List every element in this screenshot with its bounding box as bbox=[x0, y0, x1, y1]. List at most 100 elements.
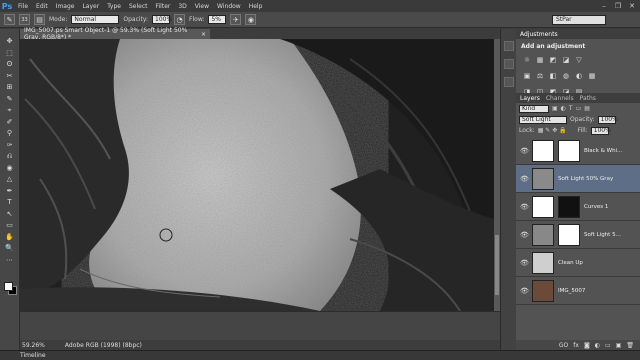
document-canvas[interactable] bbox=[20, 39, 494, 311]
filter-pixel-icon[interactable]: ▣ bbox=[552, 105, 558, 112]
hand-tool-icon[interactable]: ✋ bbox=[4, 233, 16, 241]
black-white-icon[interactable]: ◧ bbox=[548, 71, 558, 81]
menu-filter[interactable]: Filter bbox=[152, 3, 175, 10]
vibrance-icon[interactable]: ▽ bbox=[574, 55, 584, 65]
visibility-eye-icon[interactable]: 👁 bbox=[520, 231, 529, 239]
filter-smart-icon[interactable]: ▤ bbox=[584, 105, 590, 112]
info-panel-icon[interactable] bbox=[503, 77, 514, 87]
timeline-tab[interactable]: Timeline bbox=[20, 352, 46, 360]
curves-icon[interactable]: ◩ bbox=[548, 55, 558, 65]
layer-opacity-input[interactable]: 100% bbox=[597, 115, 618, 124]
layer-row[interactable]: 👁 Clean Up bbox=[516, 249, 640, 277]
fill-input[interactable]: 100% bbox=[590, 126, 611, 135]
flow-input[interactable]: 5% bbox=[208, 15, 227, 24]
visibility-eye-icon[interactable]: 👁 bbox=[520, 259, 529, 267]
filter-shape-icon[interactable]: ▭ bbox=[576, 105, 582, 112]
mode-select[interactable]: Normal bbox=[71, 15, 120, 24]
path-select-tool-icon[interactable]: ↖ bbox=[4, 210, 16, 218]
layer-row[interactable]: 👁 Curves 1 bbox=[516, 193, 640, 221]
menu-select[interactable]: Select bbox=[125, 3, 152, 10]
visibility-eye-icon[interactable]: 👁 bbox=[520, 147, 529, 155]
extra-tools-icon[interactable]: ⋯ bbox=[4, 256, 16, 264]
pen-tool-icon[interactable]: ✒ bbox=[4, 187, 16, 195]
layer-row[interactable]: 👁 Black & Whi... bbox=[516, 137, 640, 165]
hue-saturation-icon[interactable]: ▣ bbox=[522, 71, 532, 81]
lock-icons[interactable]: ▦ ✎ ✥ 🔒 bbox=[538, 127, 567, 134]
zoom-tool-icon[interactable]: 🔍 bbox=[4, 244, 16, 252]
color-lookup-icon[interactable]: ▦ bbox=[587, 71, 597, 81]
new-layer-icon[interactable]: ▣ bbox=[616, 342, 622, 349]
link-layers-icon[interactable]: GO bbox=[559, 342, 568, 349]
brush-tool-icon[interactable]: ✐ bbox=[4, 118, 16, 126]
size-pressure-icon[interactable]: ◉ bbox=[245, 14, 257, 25]
layer-mask-thumbnail[interactable] bbox=[558, 195, 580, 218]
eyedropper-tool-icon[interactable]: ✎ bbox=[4, 95, 16, 103]
exposure-icon[interactable]: ◪ bbox=[561, 55, 571, 65]
clone-stamp-tool-icon[interactable]: ⚲ bbox=[4, 129, 16, 137]
foreground-color-swatch[interactable] bbox=[4, 282, 13, 291]
channel-mixer-icon[interactable]: ◐ bbox=[574, 71, 584, 81]
color-balance-icon[interactable]: ⚖ bbox=[535, 71, 545, 81]
workspace-select[interactable]: StPar bbox=[552, 15, 606, 25]
layer-mask-thumbnail[interactable] bbox=[558, 223, 580, 246]
photo-filter-icon[interactable]: ◍ bbox=[561, 71, 571, 81]
brush-size-picker[interactable]: 33 bbox=[19, 14, 30, 25]
layer-name[interactable]: Curves 1 bbox=[584, 204, 608, 210]
menu-3d[interactable]: 3D bbox=[174, 3, 190, 10]
airbrush-icon[interactable]: ✈ bbox=[230, 14, 242, 25]
marquee-tool-icon[interactable]: ⬚ bbox=[4, 49, 16, 57]
layer-thumbnail[interactable] bbox=[532, 139, 554, 162]
brightness-icon[interactable]: ☼ bbox=[522, 55, 532, 65]
layer-row[interactable]: 👁 IMG_5007 bbox=[516, 277, 640, 305]
menu-type[interactable]: Type bbox=[103, 3, 125, 10]
filter-type-icon[interactable]: T bbox=[569, 105, 573, 112]
menu-layer[interactable]: Layer bbox=[78, 3, 103, 10]
opacity-input[interactable]: 100% bbox=[152, 15, 172, 24]
new-adjustment-icon[interactable]: ◐ bbox=[595, 342, 600, 349]
brush-presets-panel-icon[interactable] bbox=[503, 59, 514, 69]
layer-thumbnail[interactable] bbox=[532, 223, 554, 246]
menu-help[interactable]: Help bbox=[245, 3, 267, 10]
crop-tool-icon[interactable]: ⊞ bbox=[4, 83, 16, 91]
document-tab[interactable]: IMG_5007.ps Smart Object-1 @ 59.3% (Soft… bbox=[20, 27, 210, 41]
layer-thumbnail[interactable] bbox=[532, 251, 554, 274]
brush-tool-preset-icon[interactable]: ✎ bbox=[4, 14, 15, 25]
layer-thumbnail[interactable] bbox=[532, 279, 554, 302]
new-group-icon[interactable]: ▭ bbox=[605, 342, 611, 349]
menu-edit[interactable]: Edit bbox=[32, 3, 52, 10]
restore-icon[interactable]: ❐ bbox=[612, 1, 624, 10]
gradient-tool-icon[interactable]: ◉ bbox=[4, 164, 16, 172]
quick-select-tool-icon[interactable]: ✂ bbox=[4, 72, 16, 80]
close-icon[interactable]: ✕ bbox=[626, 1, 638, 10]
dodge-tool-icon[interactable]: △ bbox=[4, 175, 16, 183]
menu-view[interactable]: View bbox=[191, 3, 213, 10]
layer-name[interactable]: Soft Light 5... bbox=[584, 232, 621, 238]
tab-paths[interactable]: Paths bbox=[580, 95, 596, 102]
type-tool-icon[interactable]: T bbox=[4, 198, 16, 206]
tab-adjustments[interactable]: Adjustments bbox=[520, 31, 558, 38]
menu-window[interactable]: Window bbox=[213, 3, 245, 10]
layer-name[interactable]: IMG_5007 bbox=[558, 288, 585, 294]
scrollbar-thumb[interactable] bbox=[495, 235, 499, 295]
history-panel-icon[interactable] bbox=[503, 41, 514, 51]
move-tool-icon[interactable]: ✥ bbox=[4, 37, 16, 45]
layer-thumbnail[interactable] bbox=[532, 195, 554, 218]
visibility-eye-icon[interactable]: 👁 bbox=[520, 175, 529, 183]
visibility-eye-icon[interactable]: 👁 bbox=[520, 203, 529, 211]
menu-file[interactable]: File bbox=[14, 3, 32, 10]
minimize-icon[interactable]: – bbox=[598, 1, 610, 10]
layer-row[interactable]: 👁 Soft Light 5... bbox=[516, 221, 640, 249]
menu-image[interactable]: Image bbox=[52, 3, 79, 10]
add-mask-icon[interactable]: ◙ bbox=[584, 342, 590, 349]
layer-name[interactable]: Soft Light 50% Gray bbox=[558, 176, 613, 182]
eraser-tool-icon[interactable]: ⎌ bbox=[4, 152, 16, 160]
blend-mode-select[interactable]: Soft Light bbox=[519, 115, 567, 124]
delete-layer-icon[interactable]: 🗑 bbox=[626, 342, 634, 349]
layer-name[interactable]: Clean Up bbox=[558, 260, 583, 266]
tab-channels[interactable]: Channels bbox=[546, 95, 574, 102]
zoom-level[interactable]: 59.26% bbox=[22, 342, 45, 349]
close-document-icon[interactable]: × bbox=[201, 31, 206, 38]
layer-style-icon[interactable]: fx bbox=[573, 342, 579, 349]
layer-thumbnail[interactable] bbox=[532, 167, 554, 190]
tab-layers[interactable]: Layers bbox=[520, 95, 540, 102]
